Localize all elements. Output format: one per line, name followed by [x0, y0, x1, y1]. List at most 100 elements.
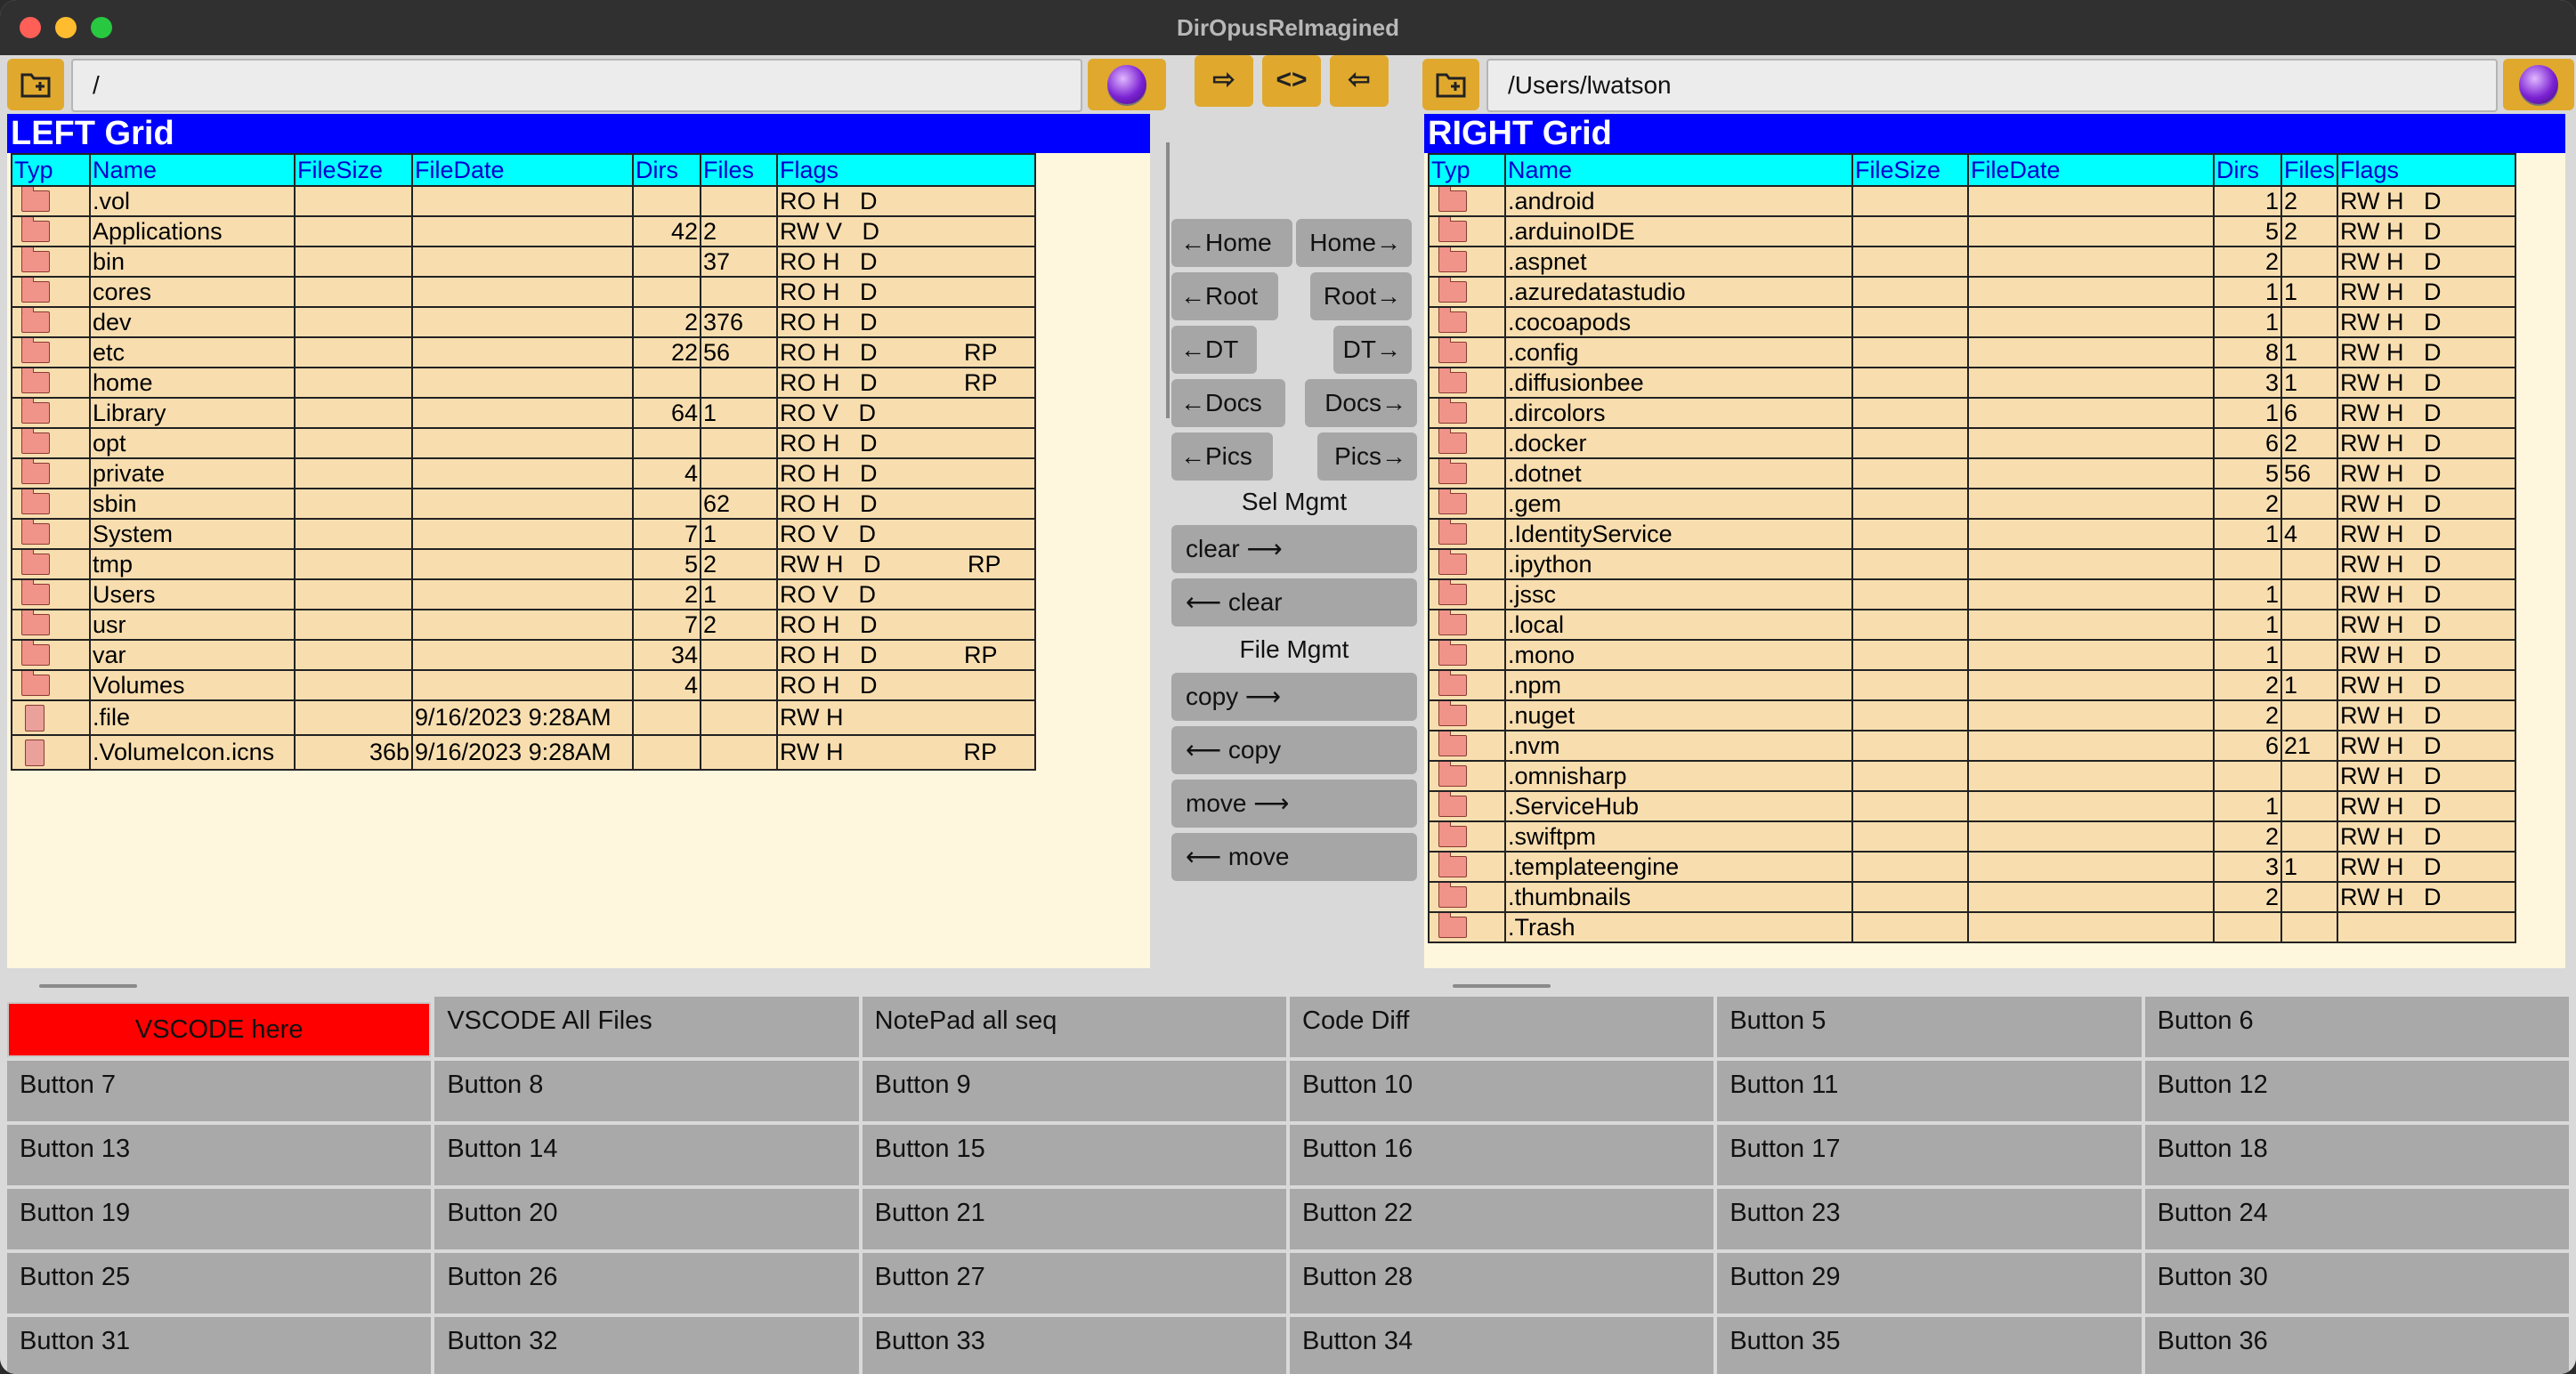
table-row[interactable]: .diffusionbee 3 1 RW H D — [1428, 367, 2517, 399]
table-row[interactable]: .arduinoIDE 5 2 RW H D — [1428, 215, 2517, 247]
column-header-typ[interactable]: Typ — [1428, 153, 1506, 187]
table-row[interactable]: .vol RO H D — [11, 185, 1036, 217]
custom-button-12[interactable]: Button 12 — [2144, 1061, 2569, 1121]
column-header-filedate[interactable]: FileDate — [1967, 153, 2215, 187]
custom-button-31[interactable]: Button 31 — [7, 1317, 432, 1374]
table-row[interactable]: .templateengine 3 1 RW H D — [1428, 851, 2517, 883]
table-row[interactable]: .nvm 6 21 RW H D — [1428, 730, 2517, 762]
custom-button-2[interactable]: VSCODE All Files — [434, 997, 859, 1057]
table-row[interactable]: cores RO H D — [11, 276, 1036, 308]
table-row[interactable]: Users 2 1 RO V D — [11, 578, 1036, 610]
custom-button-18[interactable]: Button 18 — [2144, 1125, 2569, 1185]
custom-button-3[interactable]: NotePad all seq — [862, 997, 1286, 1057]
custom-button-29[interactable]: Button 29 — [1717, 1253, 2142, 1313]
table-row[interactable]: etc 22 56 RO H D RP — [11, 336, 1036, 368]
custom-button-26[interactable]: Button 26 — [434, 1253, 859, 1313]
table-row[interactable]: Library 64 1 RO V D — [11, 397, 1036, 429]
sel-button-0[interactable]: clear ⟶ — [1171, 525, 1417, 573]
right-path-input[interactable]: /Users/lwatson — [1486, 59, 2498, 112]
table-row[interactable]: usr 7 2 RO H D — [11, 609, 1036, 641]
nav-left-button-0[interactable]: ←Home — [1171, 219, 1292, 267]
table-row[interactable]: .cocoapods 1 RW H D — [1428, 306, 2517, 338]
table-row[interactable]: .android 1 2 RW H D — [1428, 185, 2517, 217]
custom-button-30[interactable]: Button 30 — [2144, 1253, 2569, 1313]
table-row[interactable]: var 34 RO H D RP — [11, 639, 1036, 671]
nav-right-button-1[interactable]: Root→ — [1310, 272, 1412, 320]
nav-right-button-3[interactable]: Docs→ — [1305, 379, 1417, 427]
nav-left-button-3[interactable]: ←Docs — [1171, 379, 1285, 427]
custom-button-33[interactable]: Button 33 — [862, 1317, 1286, 1374]
table-row[interactable]: .config 8 1 RW H D — [1428, 336, 2517, 368]
left-globe-button[interactable] — [1088, 59, 1166, 110]
table-row[interactable]: Applications 42 2 RW V D — [11, 215, 1036, 247]
custom-button-11[interactable]: Button 11 — [1717, 1061, 2142, 1121]
table-row[interactable]: .gem 2 RW H D — [1428, 488, 2517, 520]
custom-button-9[interactable]: Button 9 — [862, 1061, 1286, 1121]
custom-button-6[interactable]: Button 6 — [2144, 997, 2569, 1057]
left-horizontal-scrollbar[interactable] — [39, 984, 137, 988]
table-row[interactable]: home RO H D RP — [11, 367, 1036, 399]
custom-button-36[interactable]: Button 36 — [2144, 1317, 2569, 1374]
table-row[interactable]: .aspnet 2 RW H D — [1428, 246, 2517, 278]
custom-button-17[interactable]: Button 17 — [1717, 1125, 2142, 1185]
nav-left-button-2[interactable]: ←DT — [1171, 326, 1257, 374]
custom-button-22[interactable]: Button 22 — [1290, 1189, 1714, 1249]
table-row[interactable]: .azuredatastudio 1 1 RW H D — [1428, 276, 2517, 308]
file-button-3[interactable]: ⟵ move — [1171, 833, 1417, 881]
left-new-folder-button[interactable] — [7, 59, 64, 110]
custom-button-19[interactable]: Button 19 — [7, 1189, 432, 1249]
custom-button-23[interactable]: Button 23 — [1717, 1189, 2142, 1249]
table-row[interactable]: sbin 62 RO H D — [11, 488, 1036, 520]
column-header-dirs[interactable]: Dirs — [2213, 153, 2282, 187]
custom-button-27[interactable]: Button 27 — [862, 1253, 1286, 1313]
custom-button-7[interactable]: Button 7 — [7, 1061, 432, 1121]
table-row[interactable]: private 4 RO H D — [11, 457, 1036, 489]
table-row[interactable]: Volumes 4 RO H D — [11, 669, 1036, 701]
column-header-files[interactable]: Files — [2280, 153, 2339, 187]
custom-button-15[interactable]: Button 15 — [862, 1125, 1286, 1185]
column-header-typ[interactable]: Typ — [11, 153, 91, 187]
custom-button-34[interactable]: Button 34 — [1290, 1317, 1714, 1374]
custom-button-32[interactable]: Button 32 — [434, 1317, 859, 1374]
table-row[interactable]: .dircolors 1 6 RW H D — [1428, 397, 2517, 429]
custom-button-16[interactable]: Button 16 — [1290, 1125, 1714, 1185]
column-header-filedate[interactable]: FileDate — [411, 153, 634, 187]
column-header-filesize[interactable]: FileSize — [294, 153, 413, 187]
custom-button-28[interactable]: Button 28 — [1290, 1253, 1714, 1313]
nav-right-button-2[interactable]: DT→ — [1333, 326, 1412, 374]
table-row[interactable]: .jssc 1 RW H D — [1428, 578, 2517, 610]
table-row[interactable]: .thumbnails 2 RW H D — [1428, 881, 2517, 913]
table-row[interactable]: .docker 6 2 RW H D — [1428, 427, 2517, 459]
custom-button-24[interactable]: Button 24 — [2144, 1189, 2569, 1249]
table-row[interactable]: System 7 1 RO V D — [11, 518, 1036, 550]
table-row[interactable]: dev 2 376 RO H D — [11, 306, 1036, 338]
nav-right-button-4[interactable]: Pics→ — [1317, 432, 1417, 481]
table-row[interactable]: .ipython RW H D — [1428, 548, 2517, 580]
custom-button-4[interactable]: Code Diff — [1290, 997, 1714, 1057]
custom-button-21[interactable]: Button 21 — [862, 1189, 1286, 1249]
table-row[interactable]: .local 1 RW H D — [1428, 609, 2517, 641]
sel-button-1[interactable]: ⟵ clear — [1171, 578, 1417, 626]
custom-button-8[interactable]: Button 8 — [434, 1061, 859, 1121]
table-row[interactable]: tmp 5 2 RW H D RP — [11, 548, 1036, 580]
left-path-input[interactable]: / — [71, 59, 1082, 112]
custom-button-13[interactable]: Button 13 — [7, 1125, 432, 1185]
nav-left-button-1[interactable]: ←Root — [1171, 272, 1278, 320]
table-row[interactable]: .dotnet 5 56 RW H D — [1428, 457, 2517, 489]
table-row[interactable]: .Trash — [1428, 911, 2517, 943]
table-row[interactable]: .omnisharp RW H D — [1428, 760, 2517, 792]
table-row[interactable]: bin 37 RO H D — [11, 246, 1036, 278]
column-header-name[interactable]: Name — [1504, 153, 1853, 187]
middle-scroll-indicator[interactable] — [1166, 142, 1170, 418]
right-new-folder-button[interactable] — [1422, 59, 1479, 110]
custom-button-14[interactable]: Button 14 — [434, 1125, 859, 1185]
table-row[interactable]: .mono 1 RW H D — [1428, 639, 2517, 671]
custom-button-10[interactable]: Button 10 — [1290, 1061, 1714, 1121]
copy-right-arrow-button[interactable]: ⇨ — [1195, 55, 1253, 107]
right-horizontal-scrollbar[interactable] — [1453, 984, 1551, 988]
table-row[interactable]: .nuget 2 RW H D — [1428, 699, 2517, 731]
table-row[interactable]: opt RO H D — [11, 427, 1036, 459]
file-button-1[interactable]: ⟵ copy — [1171, 726, 1417, 774]
column-header-flags[interactable]: Flags — [776, 153, 1036, 187]
custom-button-1[interactable]: VSCODE here — [7, 1002, 432, 1057]
